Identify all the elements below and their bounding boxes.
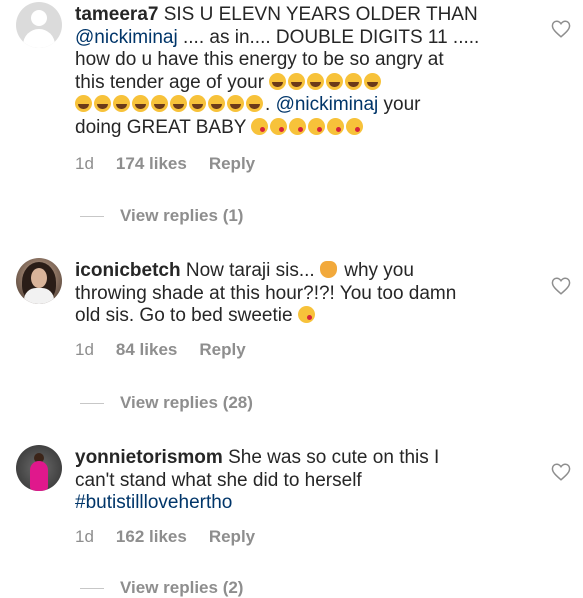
comment-age: 1d bbox=[75, 154, 94, 173]
face-blowing-kiss-emoji bbox=[297, 306, 315, 323]
divider-line bbox=[80, 215, 104, 217]
comment-body-segment: .... as in.... DOUBLE DIGITS 11 ..... bbox=[177, 26, 480, 48]
comment-text: tameera7 SIS U ELEVN YEARS OLDER THAN @n… bbox=[75, 4, 515, 139]
view-replies-label: View replies (2) bbox=[120, 578, 244, 597]
comment-body-segment: why you bbox=[338, 260, 414, 281]
face-with-tears-of-joy-emoji bbox=[170, 95, 187, 112]
avatar-figure bbox=[30, 461, 48, 491]
username[interactable]: yonnietorismom bbox=[75, 447, 223, 468]
face-with-tears-of-joy-emoji bbox=[345, 72, 363, 90]
comment-body-segment: old sis. Go to bed sweetie bbox=[75, 305, 298, 326]
face-with-tears-of-joy-emoji bbox=[113, 95, 130, 112]
comment-body-segment: . bbox=[265, 94, 276, 115]
reply-button[interactable]: Reply bbox=[209, 527, 255, 547]
heart-outline-icon[interactable] bbox=[551, 20, 571, 38]
view-replies-label: View replies (1) bbox=[120, 206, 244, 225]
face-with-tears-of-joy-emoji bbox=[288, 72, 306, 90]
divider-line bbox=[80, 587, 104, 589]
face-with-tears-of-joy-emoji bbox=[151, 95, 168, 112]
default-avatar-body bbox=[23, 29, 55, 48]
face-blowing-kiss-emoji bbox=[251, 117, 269, 135]
face-with-tears-of-joy-emoji bbox=[189, 95, 206, 112]
face-with-tears-of-joy-emoji bbox=[269, 72, 287, 90]
face-blowing-kiss-emoji bbox=[308, 117, 326, 135]
face-with-tears-of-joy-emoji bbox=[208, 95, 225, 112]
likes-count[interactable]: 84 likes bbox=[116, 340, 177, 360]
view-replies-button[interactable]: View replies (28) bbox=[80, 393, 253, 413]
face-with-tears-of-joy-emoji bbox=[246, 95, 263, 112]
reply-button[interactable]: Reply bbox=[199, 340, 245, 360]
comment-age: 1d bbox=[75, 527, 94, 546]
comment-body-segment: Now taraji sis... bbox=[180, 260, 320, 281]
heart-outline-icon[interactable] bbox=[551, 463, 571, 481]
comment-meta: 1d 84 likes Reply bbox=[75, 340, 246, 360]
cat-with-tears-of-joy-emoji bbox=[319, 261, 337, 278]
mention-link[interactable]: @nickiminaj bbox=[276, 94, 379, 115]
avatar[interactable] bbox=[16, 258, 62, 304]
face-with-tears-of-joy-emoji bbox=[94, 95, 111, 112]
view-replies-button[interactable]: View replies (2) bbox=[80, 578, 243, 598]
hashtag-link[interactable]: #butistilllovehertho bbox=[75, 492, 232, 513]
comment-meta: 1d 162 likes Reply bbox=[75, 527, 255, 547]
comment-age: 1d bbox=[75, 340, 94, 359]
face-with-tears-of-joy-emoji bbox=[132, 95, 149, 112]
avatar[interactable] bbox=[16, 2, 62, 48]
likes-count[interactable]: 174 likes bbox=[116, 154, 187, 174]
face-blowing-kiss-emoji bbox=[270, 117, 288, 135]
heart-outline-icon[interactable] bbox=[551, 277, 571, 295]
face-blowing-kiss-emoji bbox=[346, 117, 364, 135]
view-replies-button[interactable]: View replies (1) bbox=[80, 206, 243, 226]
face-blowing-kiss-emoji bbox=[289, 117, 307, 135]
comment-body-segment: SIS U ELEVN YEARS OLDER THAN bbox=[158, 4, 478, 25]
mention-link[interactable]: @nickiminaj bbox=[75, 27, 178, 48]
avatar-shirt bbox=[24, 288, 54, 304]
comment-body-segment: She was so cute on this I bbox=[222, 447, 440, 468]
comment-meta: 1d 174 likes Reply bbox=[75, 154, 255, 174]
comment-text: iconicbetch Now taraji sis... why you th… bbox=[75, 260, 515, 328]
comment-text: yonnietorismom She was so cute on this I… bbox=[75, 447, 515, 515]
default-avatar-head bbox=[31, 10, 47, 26]
face-blowing-kiss-emoji bbox=[327, 117, 345, 135]
comment-body-segment: can't stand what she did to herself bbox=[75, 469, 362, 491]
face-with-tears-of-joy-emoji bbox=[307, 72, 325, 90]
divider-line bbox=[80, 402, 104, 404]
face-with-tears-of-joy-emoji bbox=[227, 95, 244, 112]
avatar-face bbox=[31, 268, 47, 288]
face-with-tears-of-joy-emoji bbox=[75, 95, 92, 112]
comment-body-segment: doing GREAT BABY bbox=[75, 116, 252, 138]
username[interactable]: iconicbetch bbox=[75, 260, 181, 281]
reply-button[interactable]: Reply bbox=[209, 154, 255, 174]
view-replies-label: View replies (28) bbox=[120, 393, 253, 412]
likes-count[interactable]: 162 likes bbox=[116, 527, 187, 547]
username[interactable]: tameera7 bbox=[75, 4, 158, 25]
face-with-tears-of-joy-emoji bbox=[364, 72, 382, 90]
avatar[interactable] bbox=[16, 445, 62, 491]
face-with-tears-of-joy-emoji bbox=[326, 72, 344, 90]
comment-body-segment: your bbox=[378, 94, 421, 115]
comment-body-segment: throwing shade at this hour?!?! You too … bbox=[75, 282, 457, 304]
comment-body-segment: this tender age of your bbox=[75, 71, 270, 93]
comment-body-segment: how do u have this energy to be so angry… bbox=[75, 49, 444, 70]
